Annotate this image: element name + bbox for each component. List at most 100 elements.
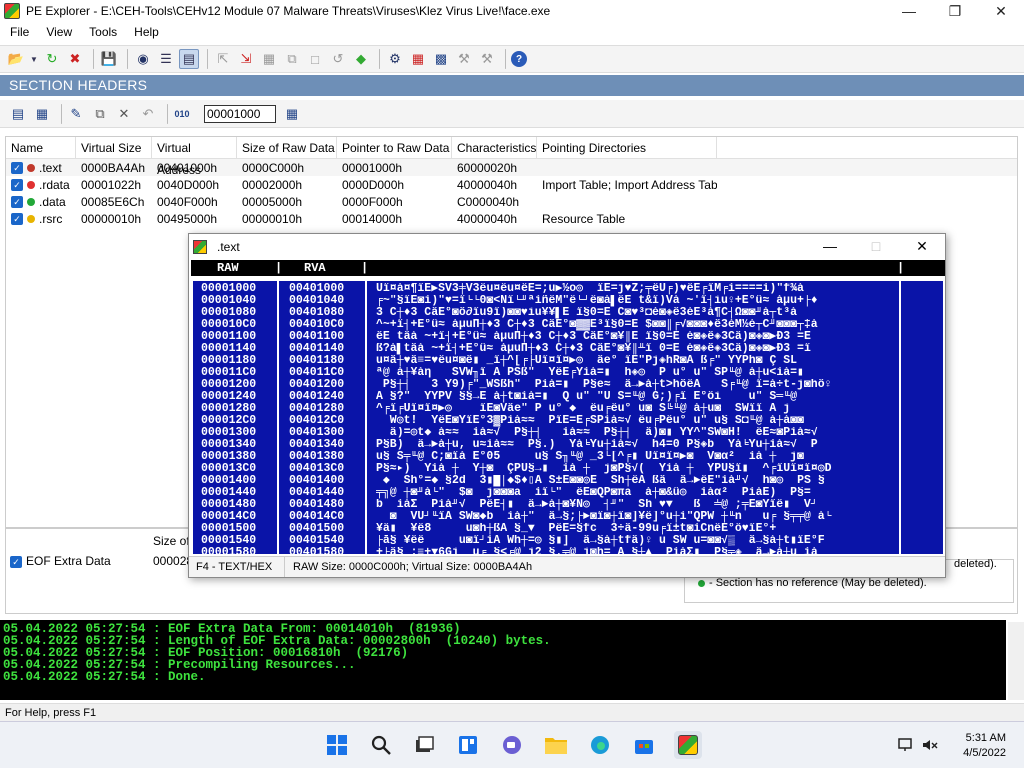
hex-txt: u§ S╤╙@ C;◙ïá E°05 u§ S╖╙@ _3└[^╒▮ Uï¤ï¤…	[376, 451, 804, 463]
resource-icon[interactable]: ▦	[259, 49, 279, 69]
minimize-icon[interactable]: —	[807, 234, 853, 258]
note-deleted: deleted).	[954, 558, 997, 570]
copy-icon[interactable]: ⧉	[282, 49, 302, 69]
copy-section-icon[interactable]: ⧉	[90, 104, 110, 124]
table-row[interactable]: ✓ .rdata 00001022h 0040D000h 00002000h 0000D0…	[6, 176, 1017, 193]
col-name[interactable]: Name	[6, 136, 76, 159]
menu-bar: File View Tools Help	[0, 22, 1024, 42]
menu-help[interactable]: Help	[127, 25, 166, 39]
toolbar-separator	[127, 49, 128, 69]
section-name-cell[interactable]: ✓ .text	[6, 161, 76, 175]
extract-section-icon[interactable]: ▤	[8, 104, 28, 124]
maximize-icon[interactable]: □	[853, 234, 899, 258]
eof-checkbox[interactable]: ✓	[10, 555, 22, 568]
table-row[interactable]: ✓ .data 00085E6Ch 0040F000h 00005000h 0000F00…	[6, 193, 1017, 210]
close-file-icon[interactable]: ✖	[65, 49, 85, 69]
tree-icon[interactable]: ▦	[408, 49, 428, 69]
calculator-icon[interactable]: ▦	[282, 104, 302, 124]
section-checkbox[interactable]: ✓	[11, 162, 23, 175]
section-name-cell[interactable]: ✓ .rdata	[6, 178, 76, 192]
headers-icon[interactable]: ☰	[156, 49, 176, 69]
hex-txt: W◎t! YëE◙YïE°3▓Pìà≈≈ PïE=Ε╒SPìà≈√ ëu╒Pëu…	[376, 415, 804, 427]
network-icon[interactable]	[896, 731, 916, 759]
hex-viewer-window: .text — □ ✕ RAW | RVA | | 00001000 004010…	[188, 233, 946, 578]
window-controls: — ❐ ✕	[886, 0, 1024, 22]
green-dot-icon	[698, 579, 705, 587]
clock-date: 4/5/2022	[963, 747, 1006, 759]
section-checkbox[interactable]: ✓	[11, 179, 23, 192]
tools-icon[interactable]: ⚒	[477, 49, 497, 69]
save-icon[interactable]: 💾	[99, 49, 119, 69]
gear-icon[interactable]: ⚙	[385, 49, 405, 69]
hex-view-icon[interactable]: 010	[172, 104, 192, 124]
menu-file[interactable]: File	[3, 25, 36, 39]
log-scrollbar[interactable]	[1008, 622, 1024, 700]
hex-mode-label[interactable]: F4 - TEXT/HEX	[196, 557, 272, 577]
close-icon[interactable]: ✕	[978, 0, 1024, 22]
table-row[interactable]: ✓ .text 0000BA4Ah 00401000h 0000C000h 0000100…	[6, 159, 1017, 176]
pe-explorer-logo-icon	[4, 3, 20, 19]
reload-icon[interactable]: ↻	[42, 49, 62, 69]
menu-tools[interactable]: Tools	[82, 25, 124, 39]
page-icon[interactable]: □	[305, 49, 325, 69]
edge-icon[interactable]	[586, 731, 614, 759]
minimize-icon[interactable]: —	[886, 0, 932, 22]
edit-section-icon[interactable]: ✎	[66, 104, 86, 124]
start-icon[interactable]	[323, 731, 351, 759]
eof-row[interactable]: ✓ EOF Extra Data	[10, 554, 111, 568]
dependency-icon[interactable]: ▩	[431, 49, 451, 69]
open-folder-icon[interactable]: 📂	[6, 49, 26, 69]
section-headers-icon[interactable]: ▤	[179, 49, 199, 69]
col-virtual-size[interactable]: Virtual Size	[76, 136, 152, 159]
section-name-cell[interactable]: ✓ .rsrc	[6, 212, 76, 226]
cell-vsize: 00085E6Ch	[81, 194, 145, 209]
help-icon[interactable]: ?	[511, 51, 527, 67]
hex-raw: 00001580	[201, 546, 257, 556]
cell-vaddr: 00401000h	[157, 160, 218, 175]
clock[interactable]: 5:31 AM 4/5/2022	[963, 731, 1006, 761]
volume-mute-icon[interactable]	[920, 731, 940, 759]
cell-rawsize: 00005000h	[242, 194, 303, 209]
close-icon[interactable]: ✕	[899, 234, 945, 258]
pe-explorer-taskbar-icon[interactable]	[674, 731, 702, 759]
hex-status-bar: F4 - TEXT/HEX RAW Size: 0000C000h; Virtu…	[189, 556, 945, 577]
import-icon[interactable]: ⇲	[236, 49, 256, 69]
col-rva: RVA	[304, 261, 326, 275]
widgets-icon[interactable]	[454, 731, 482, 759]
section-checkbox[interactable]: ✓	[11, 213, 23, 226]
save-section-icon[interactable]: ▦	[32, 104, 52, 124]
status-bar: For Help, press F1	[0, 703, 1024, 721]
col-divider: |	[361, 261, 369, 275]
refresh-icon[interactable]: ↺	[328, 49, 348, 69]
search-icon[interactable]	[367, 731, 395, 759]
export-icon[interactable]: ⇱	[213, 49, 233, 69]
hex-txt: â)=◎t◆ à≈≈ ìà≈√ P§┼┤ ìà≈≈ P§┼┤ â)◙▮ YY^"…	[376, 427, 818, 439]
column-line	[899, 281, 901, 554]
hex-txt: ◙ VU┘╙ïA SW◙◆b ìà┼" â→§;├►◙ï◙┼ï◙]¥ë]°u┼ì…	[376, 511, 832, 523]
cell-vsize: 0000BA4Ah	[81, 160, 146, 175]
cell-rawsize: 00000010h	[242, 211, 303, 226]
chat-icon[interactable]	[498, 731, 526, 759]
hex-content[interactable]: 00001000 00401000 Uï¤à¤¶ïE▶SV3╪V3ëu¤ëu¤ëE=…	[191, 279, 945, 556]
col-size-raw-data[interactable]: Size of Raw Data	[237, 136, 337, 159]
dropdown-arrow-icon[interactable]: ▼	[29, 49, 39, 69]
col-virtual-address[interactable]: Virtual Address	[152, 136, 237, 177]
undo-icon[interactable]: ↶	[138, 104, 158, 124]
col-characteristics[interactable]: Characteristics	[452, 136, 537, 159]
disassembler-icon[interactable]: ⚒	[454, 49, 474, 69]
delete-section-icon[interactable]: ✕	[114, 104, 134, 124]
restore-icon[interactable]: ❐	[932, 0, 978, 22]
file-explorer-icon[interactable]	[542, 731, 570, 759]
menu-view[interactable]: View	[39, 25, 79, 39]
table-row[interactable]: ✓ .rsrc 00000010h 00495000h 00000010h 0001400…	[6, 210, 1017, 227]
shield-icon[interactable]: ◆	[351, 49, 371, 69]
info-icon[interactable]: ◉	[133, 49, 153, 69]
section-headers-title: SECTION HEADERS	[0, 75, 1024, 96]
section-checkbox[interactable]: ✓	[11, 196, 23, 209]
section-name-cell[interactable]: ✓ .data	[6, 195, 76, 209]
task-view-icon[interactable]	[410, 731, 438, 759]
store-icon[interactable]	[630, 731, 658, 759]
address-input[interactable]	[204, 104, 276, 123]
col-pointing-directories[interactable]: Pointing Directories	[537, 136, 717, 159]
col-pointer-raw-data[interactable]: Pointer to Raw Data	[337, 136, 452, 159]
